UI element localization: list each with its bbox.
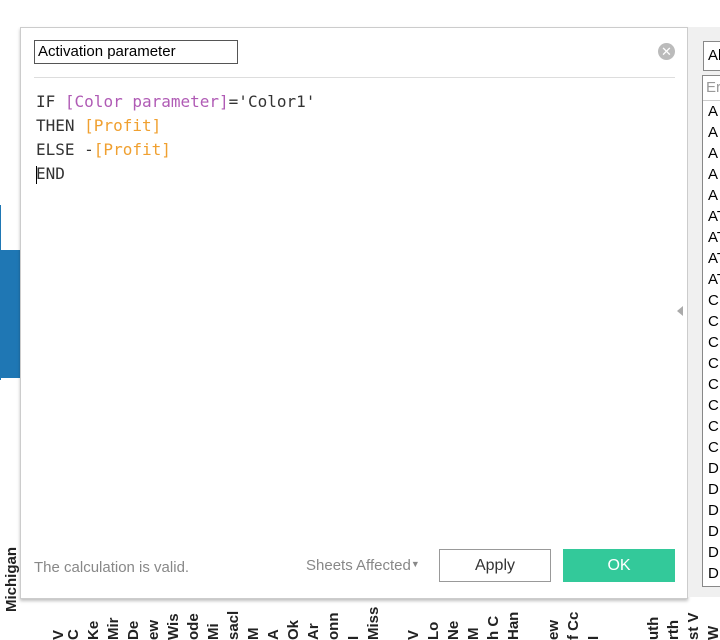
apply-button[interactable]: Apply [439, 549, 551, 582]
function-list-item[interactable]: D [703, 500, 720, 521]
formula-editor[interactable]: IF [Color parameter]='Color1'THEN [Profi… [36, 90, 315, 186]
functions-panel: Al Er AAAAAATATATATCCCCCCCCDDDDDD [687, 27, 720, 597]
axis-label: Mir [105, 618, 122, 640]
chart-bar [0, 250, 20, 378]
axis-label: W [705, 626, 720, 640]
code-token: ELSE - [36, 140, 94, 159]
function-list-item[interactable]: C [703, 416, 720, 437]
axis-label: Michigan [3, 547, 20, 612]
code-token: [Color parameter] [65, 92, 229, 111]
code-line: IF [Color parameter]='Color1' [36, 90, 315, 114]
axis-label: Ke [85, 621, 102, 640]
code-token: THEN [36, 116, 84, 135]
function-list-item[interactable]: AT [703, 269, 720, 290]
axis-label: h C [485, 616, 502, 640]
function-list-item[interactable]: D [703, 542, 720, 563]
function-list-item[interactable]: C [703, 332, 720, 353]
function-category-select[interactable]: Al [703, 41, 720, 71]
validation-status: The calculation is valid. [34, 559, 189, 576]
code-token: END [36, 164, 65, 183]
function-list-item[interactable]: C [703, 311, 720, 332]
code-token: [Profit] [84, 116, 161, 135]
sheets-affected-label: Sheets Affected [306, 557, 411, 574]
axis-label: sacl [225, 611, 242, 640]
code-line: THEN [Profit] [36, 114, 315, 138]
collapse-panel-icon[interactable] [677, 306, 683, 316]
divider [34, 77, 675, 78]
code-line: ELSE -[Profit] [36, 138, 315, 162]
function-list-item[interactable]: AT [703, 227, 720, 248]
function-list-item[interactable]: AT [703, 206, 720, 227]
calc-name-input[interactable]: Activation parameter [34, 40, 238, 64]
axis-label: Lo [425, 622, 442, 640]
function-list-item[interactable]: D [703, 458, 720, 479]
calculation-dialog: Activation parameter ✕ IF [Color paramet… [20, 27, 688, 599]
axis-label: rth [665, 620, 682, 640]
axis-label: Wis [165, 613, 182, 640]
code-token: IF [36, 92, 65, 111]
function-list-item[interactable]: C [703, 395, 720, 416]
axis-label: st V [685, 612, 702, 640]
axis-label: Mi [205, 623, 222, 640]
axis-label: ode [185, 613, 202, 640]
axis-label: M [245, 628, 262, 640]
function-list-item[interactable]: A [703, 164, 720, 185]
axis-label: V [405, 630, 422, 640]
function-list-item[interactable]: A [703, 101, 720, 122]
axis-label: uth [645, 617, 662, 640]
function-list-item[interactable]: C [703, 290, 720, 311]
function-list-item[interactable]: D [703, 521, 720, 542]
function-list-item[interactable]: C [703, 437, 720, 458]
axis-label: Ne [445, 621, 462, 640]
function-list-item[interactable]: AT [703, 248, 720, 269]
code-line: END [36, 162, 315, 186]
axis-label: A [265, 629, 282, 640]
function-list-item[interactable]: D [703, 563, 720, 584]
function-list-item[interactable]: C [703, 374, 720, 395]
code-token: ='Color1' [229, 92, 316, 111]
close-icon[interactable]: ✕ [658, 43, 675, 60]
function-list-item[interactable]: A [703, 143, 720, 164]
caret-down-icon: ▼ [411, 559, 420, 569]
axis-label: Miss [365, 607, 382, 640]
axis-label: C [65, 629, 82, 640]
axis-label: M [465, 628, 482, 640]
axis-label: I [585, 636, 602, 640]
function-search-input[interactable]: Er [703, 76, 720, 101]
function-list-item[interactable]: C [703, 353, 720, 374]
function-list[interactable]: Er AAAAAATATATATCCCCCCCCDDDDDD [702, 75, 720, 587]
axis-label: De [125, 621, 142, 640]
function-list-item[interactable]: D [703, 479, 720, 500]
function-list-item[interactable]: A [703, 185, 720, 206]
function-list-item[interactable]: A [703, 122, 720, 143]
axis-label: onn [325, 613, 342, 640]
axis-label: Ar [305, 623, 322, 640]
axis-label: f Cc [565, 612, 582, 640]
axis-label: I [345, 636, 362, 640]
code-token: [Profit] [94, 140, 171, 159]
sheets-affected-dropdown[interactable]: Sheets Affected▼ [306, 557, 420, 574]
ok-button[interactable]: OK [563, 549, 675, 582]
axis-label: Han [505, 612, 522, 640]
